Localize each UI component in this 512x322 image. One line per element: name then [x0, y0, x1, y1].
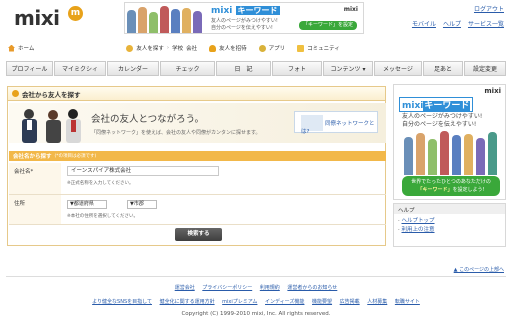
footer-privacy-link[interactable]: プライバシーポリシー	[202, 285, 252, 291]
help-box: ヘルプ · ヘルプトップ · 利用上の注意	[393, 203, 506, 247]
colleague-network-link[interactable]: 同僚ネットワークとは?	[294, 111, 378, 135]
footer-news-link[interactable]: 運営者からのお知らせ	[287, 285, 337, 291]
copyright: Copyright (C) 1999-2010 mixi, Inc. All r…	[181, 311, 331, 317]
company-name-row: 会社名* イーンスパイア株式会社 ※正式名称を入力してください。	[9, 163, 386, 195]
terms-notes-link[interactable]: 利用上の注意	[402, 227, 435, 233]
company-name-label: 会社名*	[9, 163, 61, 194]
page-title: 会社から友人を探す	[22, 90, 81, 99]
menu-photo[interactable]: フォト	[272, 61, 322, 76]
banner-logo: mixi	[343, 6, 358, 13]
footer-company-link[interactable]: 運営会社	[175, 285, 195, 291]
city-select[interactable]: ▼市郡	[127, 200, 157, 209]
page-top-link[interactable]: ▲ このページの上部へ	[454, 266, 504, 273]
footer-divider	[6, 276, 506, 277]
nav-apps-label: アプリ	[268, 46, 286, 52]
menu-footprints[interactable]: 足あと	[423, 61, 463, 76]
keyword-banner-ad[interactable]: mixi キーワード 友人のページがみつけやすい! 自分のページを伝えやすい! …	[124, 2, 364, 34]
nav-invite-label: 友人を招待	[219, 46, 247, 52]
form-section-header: 会社名から探す (*の項目は必須です)	[9, 151, 386, 161]
company-link[interactable]: 会社	[186, 44, 197, 52]
footer-recruit-link[interactable]: 人材募集	[367, 299, 387, 305]
hero-heading: 会社の友人とつながろう。	[91, 114, 205, 125]
footer-links-secondary: より健全なSNSを目指して 健全化に関する運用方針 mixiプレミアム インディ…	[0, 298, 512, 305]
mixi-logo[interactable]: mixi m	[14, 6, 86, 30]
keyword-side-ad[interactable]: mixi mixiキーワード 友人のページがみつけやすい! 自分のページを伝えや…	[393, 84, 506, 200]
menu-profile[interactable]: プロフィール	[6, 61, 53, 76]
nav-home-label: ホーム	[18, 46, 35, 52]
footer-ads-link[interactable]: 広告掲載	[340, 299, 360, 305]
ad-text: 友人のページがみつけやすい! 自分のページを伝えやすい!	[402, 113, 483, 128]
company-search-panel: 会社から友人を探す 会社の友人とつながろう。 「同僚ネットワーク」を使えば、会社…	[7, 86, 386, 246]
nav-apps[interactable]: アプリ	[258, 44, 286, 52]
address-row: 住所 ▼都道府県 ▼市郡 ※本社の住所を選択してください。	[9, 195, 386, 225]
menu-message[interactable]: メッセージ	[374, 61, 422, 76]
ad-people-image	[396, 129, 504, 175]
footer-links-primary: 運営会社 プライバシーポリシー 利用規約 運営者からのお知らせ	[0, 284, 512, 291]
panel-header: 会社から友人を探す	[8, 87, 385, 101]
services-link[interactable]: サービス一覧	[468, 19, 504, 28]
footer-request-link[interactable]: 機能要望	[312, 299, 332, 305]
footer-terms-link[interactable]: 利用規約	[260, 285, 280, 291]
main-menu-bar: プロフィール マイミクシィ カレンダー チェック 日 記 フォト コンテンツ ▾…	[6, 61, 506, 76]
footer-indies-link[interactable]: インディーズ機能	[265, 299, 304, 305]
header-links: ログアウト モバイル ヘルプ サービス一覧	[412, 4, 504, 28]
nav-community[interactable]: コミュニティ	[297, 44, 340, 52]
menu-settings[interactable]: 設定変更	[464, 61, 506, 76]
find-friends-link[interactable]: 友人を探す	[136, 44, 164, 52]
banner-title: mixi キーワード	[211, 6, 280, 16]
logo-badge-icon: m	[68, 6, 83, 21]
menu-check[interactable]: チェック	[160, 61, 215, 76]
help-title: ヘルプ	[394, 204, 505, 214]
search-icon	[126, 44, 134, 52]
nav-find-friends: 友人を探す › 学校 会社	[126, 44, 197, 52]
ad-keyword-title: mixiキーワード	[399, 97, 474, 112]
search-icon	[12, 90, 19, 97]
nav-invite[interactable]: 友人を招待	[209, 44, 247, 52]
mobile-link[interactable]: モバイル	[412, 19, 436, 28]
hero-subtext: 「同僚ネットワーク」を使えば、会社の友人や同僚がカンタンに探せます。	[91, 130, 261, 136]
address-label: 住所	[9, 195, 61, 224]
logout-link[interactable]: ログアウト	[474, 6, 504, 13]
required-note: (*の項目は必須です)	[54, 154, 97, 159]
nav-home[interactable]: ホーム	[8, 44, 34, 52]
menu-mymixi[interactable]: マイミクシィ	[54, 61, 106, 76]
footer-policy-link[interactable]: 健全化に関する運用方針	[160, 299, 215, 305]
form-section-title: 会社名から探す	[13, 154, 52, 160]
menu-diary[interactable]: 日 記	[216, 61, 271, 76]
menu-calendar[interactable]: カレンダー	[107, 61, 159, 76]
hero-banner: 会社の友人とつながろう。 「同僚ネットワーク」を使えば、会社の友人や同僚がカンタ…	[9, 103, 386, 143]
home-icon	[8, 44, 15, 52]
ad-logo: mixi	[484, 87, 501, 95]
colleagues-illustration	[22, 109, 81, 143]
apps-icon	[258, 44, 266, 52]
menu-contents[interactable]: コンテンツ ▾	[323, 61, 373, 76]
banner-text: 友人のページがみつけやすい! 自分のページを伝えやすい!	[211, 18, 278, 31]
footer-career-link[interactable]: 転職サイト	[395, 299, 420, 305]
invite-person-icon	[209, 44, 217, 52]
footer-healthy-sns-link[interactable]: より健全なSNSを目指して	[92, 299, 152, 305]
help-top-link[interactable]: ヘルプトップ	[402, 218, 435, 224]
ad-set-keyword-button[interactable]: 世界でたったひとつのあなただけの 「キーワード」を設定しよう!	[402, 176, 500, 196]
company-name-input[interactable]: イーンスパイア株式会社	[67, 166, 219, 176]
footer-premium-link[interactable]: mixiプレミアム	[222, 299, 257, 305]
address-hint: ※本社の住所を選択してください。	[67, 214, 138, 219]
logo-text: mixi	[14, 6, 60, 30]
prefecture-select[interactable]: ▼都道府県	[67, 200, 107, 209]
banner-people-image	[127, 4, 207, 33]
banner-keyword-button[interactable]: 「キーワード」を設定	[298, 21, 357, 30]
school-link[interactable]: 学校	[172, 44, 183, 52]
community-icon	[297, 44, 305, 52]
search-button[interactable]: 検索する	[175, 228, 222, 241]
nav-community-label: コミュニティ	[307, 46, 340, 52]
company-name-hint: ※正式名称を入力してください。	[67, 181, 134, 186]
global-nav: ホーム 友人を探す › 学校 会社 友人を招待 アプリ コミュニティ	[8, 42, 504, 54]
help-link[interactable]: ヘルプ	[443, 19, 461, 28]
